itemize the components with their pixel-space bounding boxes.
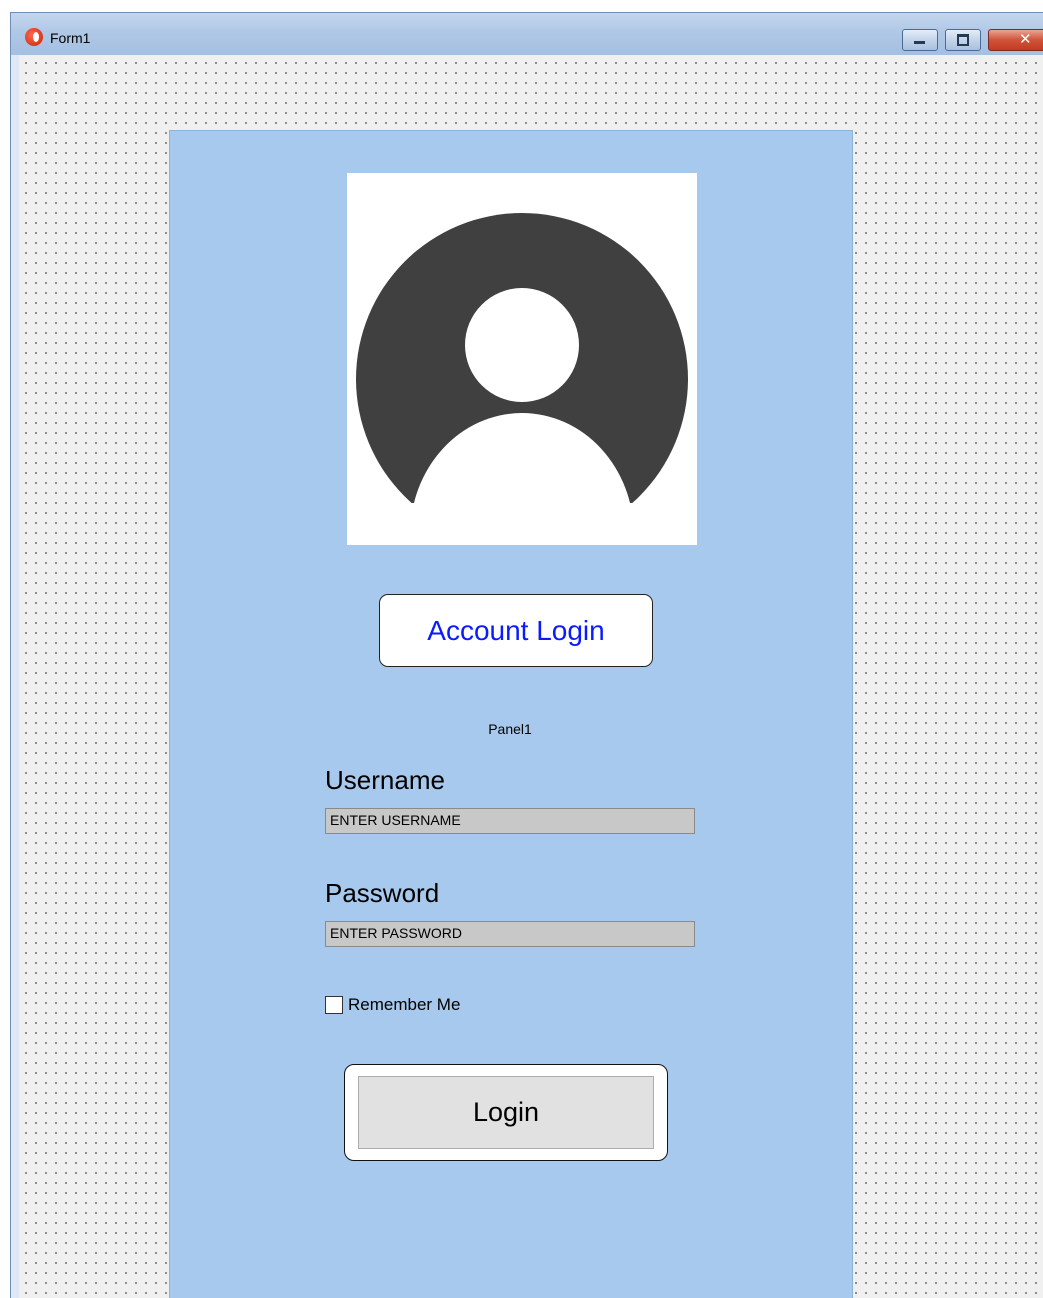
username-input[interactable]: ENTER USERNAME [325, 808, 695, 834]
password-input[interactable]: ENTER PASSWORD [325, 921, 695, 947]
app-icon[interactable] [25, 28, 43, 46]
login-button[interactable]: Login [358, 1076, 654, 1149]
maximize-icon [957, 34, 969, 46]
minimize-icon [914, 41, 925, 44]
form-design-surface: Account Login Panel1 Username ENTER USER… [19, 55, 1043, 1298]
checkbox-box[interactable] [325, 996, 343, 1014]
form-window: Form1 ✕ Account Login Panel1 Username EN… [10, 12, 1043, 1298]
avatar-picturebox [347, 173, 697, 553]
minimize-button[interactable] [902, 29, 938, 51]
close-icon: ✕ [1019, 30, 1032, 48]
login-panel: Account Login Panel1 Username ENTER USER… [169, 130, 853, 1298]
window-title: Form1 [50, 30, 91, 46]
user-avatar-icon [347, 213, 697, 553]
remember-me-checkbox[interactable]: Remember Me [325, 995, 460, 1015]
username-label: Username [325, 765, 445, 795]
close-button[interactable]: ✕ [988, 29, 1043, 51]
remember-me-label: Remember Me [348, 995, 461, 1014]
account-login-heading: Account Login [379, 594, 653, 667]
maximize-button[interactable] [945, 29, 981, 51]
password-label: Password [325, 878, 440, 908]
panel-caption: Panel1 [488, 721, 532, 737]
title-bar[interactable]: Form1 ✕ [11, 13, 1043, 55]
login-button-frame: Login [344, 1064, 668, 1161]
